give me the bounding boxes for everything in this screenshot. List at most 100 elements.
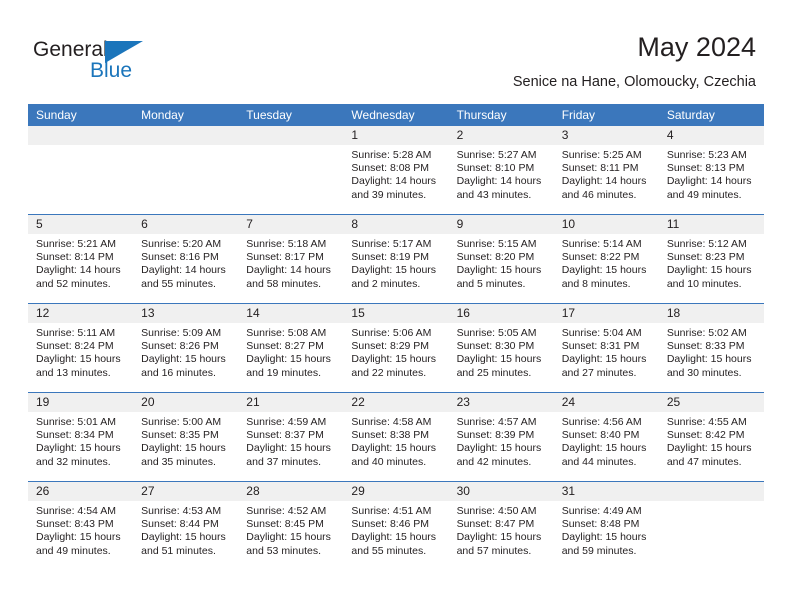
- day-cell[interactable]: 28 Sunrise: 4:52 AM Sunset: 8:45 PM Dayligh…: [238, 482, 344, 570]
- sunset-text: Sunset: 8:17 PM: [246, 251, 324, 264]
- day-cell[interactable]: 21 Sunrise: 4:59 AM Sunset: 8:37 PM Dayligh…: [238, 393, 344, 481]
- daylight-text-line2: and 51 minutes.: [141, 544, 216, 557]
- day-cell-empty: [238, 126, 344, 214]
- day-cell[interactable]: 18 Sunrise: 5:02 AM Sunset: 8:33 PM Dayligh…: [658, 304, 764, 392]
- day-cell[interactable]: 24 Sunrise: 4:56 AM Sunset: 8:40 PM Dayligh…: [553, 393, 659, 481]
- day-cell[interactable]: 4 Sunrise: 5:23 AM Sunset: 8:13 PM Daylight…: [658, 126, 764, 214]
- page-header: General Blue May 2024 Senice na Hane, Ol…: [0, 0, 792, 104]
- day-details: Sunrise: 5:15 AM Sunset: 8:20 PM Daylight:…: [449, 234, 554, 291]
- daylight-text-line2: and 25 minutes.: [456, 366, 532, 379]
- day-number: 18: [658, 304, 764, 323]
- daylight-text-line1: Daylight: 15 hours: [561, 442, 647, 455]
- day-cell[interactable]: 8 Sunrise: 5:17 AM Sunset: 8:19 PM Daylight…: [343, 215, 449, 303]
- day-cell[interactable]: 3 Sunrise: 5:25 AM Sunset: 8:11 PM Daylight…: [553, 126, 659, 214]
- daylight-text-line2: and 32 minutes.: [36, 455, 111, 468]
- daylight-text-line2: and 43 minutes.: [456, 188, 532, 201]
- day-cell[interactable]: 10 Sunrise: 5:14 AM Sunset: 8:22 PM Dayligh…: [553, 215, 659, 303]
- calendar-week-cells: 12 Sunrise: 5:11 AM Sunset: 8:24 PM Dayligh…: [28, 304, 764, 392]
- sunrise-text: Sunrise: 5:05 AM: [456, 327, 537, 339]
- daylight-text-line1: Daylight: 15 hours: [561, 531, 647, 544]
- day-number: [133, 126, 239, 145]
- day-cell[interactable]: 6 Sunrise: 5:20 AM Sunset: 8:16 PM Daylight…: [133, 215, 239, 303]
- day-cell-empty: [658, 482, 764, 570]
- day-cell[interactable]: 9 Sunrise: 5:15 AM Sunset: 8:20 PM Daylight…: [448, 215, 554, 303]
- daylight-text-line2: and 55 minutes.: [351, 544, 427, 557]
- day-number: 30: [448, 482, 554, 501]
- sunrise-text: Sunrise: 5:14 AM: [561, 238, 642, 250]
- sunset-text: Sunset: 8:26 PM: [141, 340, 219, 353]
- day-cell[interactable]: 15 Sunrise: 5:06 AM Sunset: 8:29 PM Dayligh…: [343, 304, 449, 392]
- sunset-text: Sunset: 8:27 PM: [246, 340, 324, 353]
- daylight-text-line2: and 5 minutes.: [456, 277, 526, 290]
- daylight-text-line2: and 49 minutes.: [36, 544, 111, 557]
- day-number: 22: [343, 393, 449, 412]
- day-cell[interactable]: 19 Sunrise: 5:01 AM Sunset: 8:34 PM Dayligh…: [28, 393, 134, 481]
- sunrise-text: Sunrise: 5:18 AM: [246, 238, 327, 250]
- sunrise-text: Sunrise: 5:04 AM: [561, 327, 642, 339]
- day-number: 3: [553, 126, 659, 145]
- day-number: 28: [238, 482, 344, 501]
- sunset-text: Sunset: 8:45 PM: [246, 518, 324, 531]
- daylight-text-line2: and 59 minutes.: [561, 544, 637, 557]
- day-cell[interactable]: 7 Sunrise: 5:18 AM Sunset: 8:17 PM Daylight…: [238, 215, 344, 303]
- sunset-text: Sunset: 8:40 PM: [561, 429, 640, 442]
- day-number: [238, 126, 344, 145]
- day-cell[interactable]: 25 Sunrise: 4:55 AM Sunset: 8:42 PM Dayligh…: [658, 393, 764, 481]
- day-cell[interactable]: 17 Sunrise: 5:04 AM Sunset: 8:31 PM Dayligh…: [553, 304, 659, 392]
- day-number: 31: [553, 482, 659, 501]
- sunset-text: Sunset: 8:46 PM: [351, 518, 430, 531]
- day-cell[interactable]: 2 Sunrise: 5:27 AM Sunset: 8:10 PM Daylight…: [448, 126, 554, 214]
- weekday-header-sunday: Sunday: [36, 108, 77, 122]
- day-cell[interactable]: 20 Sunrise: 5:00 AM Sunset: 8:35 PM Dayligh…: [133, 393, 239, 481]
- sunset-text: Sunset: 8:20 PM: [456, 251, 535, 264]
- day-details: Sunrise: 5:00 AM Sunset: 8:35 PM Daylight:…: [133, 412, 238, 469]
- brand-name-blue: Blue: [90, 59, 133, 82]
- day-details: Sunrise: 4:58 AM Sunset: 8:38 PM Daylight:…: [343, 412, 448, 469]
- sunrise-text: Sunrise: 4:53 AM: [141, 505, 222, 517]
- day-cell[interactable]: 29 Sunrise: 4:51 AM Sunset: 8:46 PM Dayligh…: [343, 482, 449, 570]
- day-cell[interactable]: 31 Sunrise: 4:49 AM Sunset: 8:48 PM Dayligh…: [553, 482, 659, 570]
- day-cell[interactable]: 11 Sunrise: 5:12 AM Sunset: 8:23 PM Dayligh…: [658, 215, 764, 303]
- day-details: Sunrise: 5:18 AM Sunset: 8:17 PM Daylight:…: [238, 234, 343, 291]
- daylight-text-line2: and 19 minutes.: [246, 366, 321, 379]
- day-details: Sunrise: 5:01 AM Sunset: 8:34 PM Daylight:…: [28, 412, 133, 469]
- day-cell[interactable]: 22 Sunrise: 4:58 AM Sunset: 8:38 PM Dayligh…: [343, 393, 449, 481]
- sunset-text: Sunset: 8:16 PM: [141, 251, 219, 264]
- day-cell[interactable]: 16 Sunrise: 5:05 AM Sunset: 8:30 PM Dayligh…: [448, 304, 554, 392]
- day-cell[interactable]: 26 Sunrise: 4:54 AM Sunset: 8:43 PM Dayligh…: [28, 482, 134, 570]
- daylight-text-line2: and 42 minutes.: [456, 455, 532, 468]
- sunset-text: Sunset: 8:48 PM: [561, 518, 640, 531]
- daylight-text-line2: and 53 minutes.: [246, 544, 321, 557]
- day-cell[interactable]: 14 Sunrise: 5:08 AM Sunset: 8:27 PM Dayligh…: [238, 304, 344, 392]
- sunrise-text: Sunrise: 5:09 AM: [141, 327, 222, 339]
- daylight-text-line1: Daylight: 15 hours: [141, 531, 226, 544]
- daylight-text-line2: and 2 minutes.: [351, 277, 421, 290]
- day-cell[interactable]: 13 Sunrise: 5:09 AM Sunset: 8:26 PM Dayligh…: [133, 304, 239, 392]
- sunrise-text: Sunrise: 5:21 AM: [36, 238, 116, 250]
- sunrise-text: Sunrise: 5:08 AM: [246, 327, 327, 339]
- day-cell[interactable]: 27 Sunrise: 4:53 AM Sunset: 8:44 PM Dayligh…: [133, 482, 239, 570]
- daylight-text-line1: Daylight: 15 hours: [351, 442, 437, 455]
- daylight-text-line2: and 44 minutes.: [561, 455, 637, 468]
- day-cell[interactable]: 23 Sunrise: 4:57 AM Sunset: 8:39 PM Dayligh…: [448, 393, 554, 481]
- daylight-text-line1: Daylight: 14 hours: [666, 175, 752, 188]
- day-number: 13: [133, 304, 239, 323]
- brand-logo[interactable]: General Blue: [33, 38, 163, 84]
- day-cell[interactable]: 30 Sunrise: 4:50 AM Sunset: 8:47 PM Dayligh…: [448, 482, 554, 570]
- sunset-text: Sunset: 8:35 PM: [141, 429, 219, 442]
- sunrise-text: Sunrise: 5:06 AM: [351, 327, 432, 339]
- calendar-week-row: 5 Sunrise: 5:21 AM Sunset: 8:14 PM Daylight…: [28, 214, 764, 303]
- weekday-header-friday: Friday: [561, 108, 596, 122]
- day-cell[interactable]: 1 Sunrise: 5:28 AM Sunset: 8:08 PM Daylight…: [343, 126, 449, 214]
- day-number: 6: [133, 215, 239, 234]
- day-cell[interactable]: 12 Sunrise: 5:11 AM Sunset: 8:24 PM Dayligh…: [28, 304, 134, 392]
- daylight-text-line2: and 47 minutes.: [666, 455, 742, 468]
- day-details: Sunrise: 5:11 AM Sunset: 8:24 PM Daylight:…: [28, 323, 133, 380]
- day-number: 10: [553, 215, 659, 234]
- day-details: Sunrise: 5:20 AM Sunset: 8:16 PM Daylight:…: [133, 234, 238, 291]
- daylight-text-line1: Daylight: 15 hours: [246, 442, 331, 455]
- sunrise-text: Sunrise: 4:59 AM: [246, 416, 327, 428]
- day-cell[interactable]: 5 Sunrise: 5:21 AM Sunset: 8:14 PM Daylight…: [28, 215, 134, 303]
- daylight-text-line1: Daylight: 15 hours: [561, 353, 647, 366]
- day-details: Sunrise: 4:49 AM Sunset: 8:48 PM Daylight:…: [554, 501, 659, 558]
